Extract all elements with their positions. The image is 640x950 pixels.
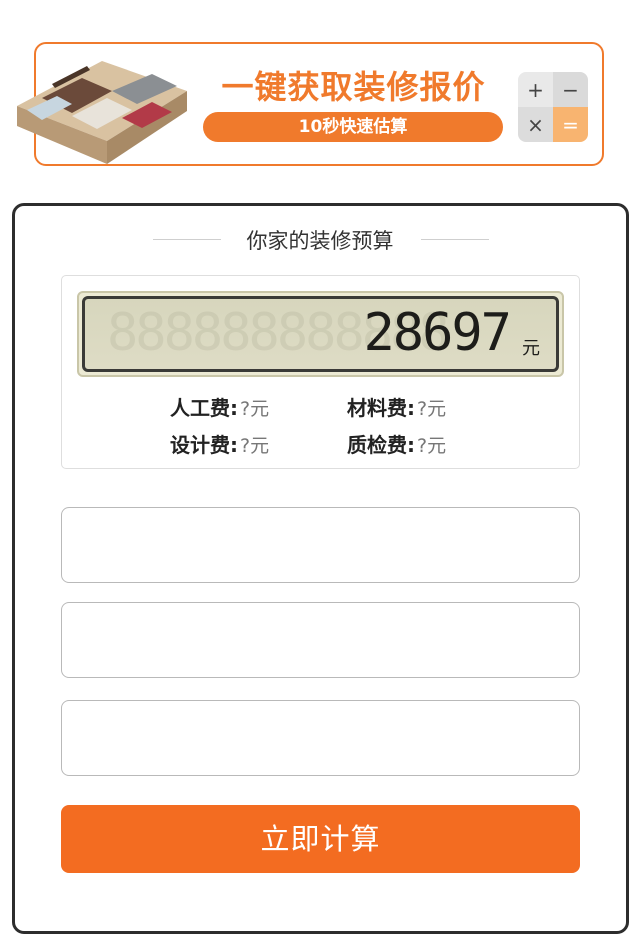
- fee-design-label: 设计费:: [170, 433, 238, 457]
- fee-materials: 材料费: ?元: [347, 392, 446, 421]
- input-field-2[interactable]: [61, 602, 580, 678]
- budget-total: 28697: [363, 303, 512, 363]
- house-floorplan-image: [17, 61, 187, 164]
- fee-inspection-label: 质检费:: [347, 433, 415, 457]
- calculator-icon: + − × =: [518, 72, 588, 142]
- budget-unit: 元: [522, 338, 540, 359]
- banner-subtitle-badge[interactable]: 10秒快速估算: [203, 112, 503, 142]
- plus-icon: +: [518, 72, 553, 107]
- calculate-button[interactable]: 立即计算: [61, 805, 580, 873]
- multiply-icon: ×: [518, 107, 553, 142]
- fee-design: 设计费: ?元: [170, 429, 269, 458]
- banner-title: 一键获取装修报价: [221, 68, 486, 106]
- title-divider-right: [421, 239, 489, 240]
- fee-labor: 人工费: ?元: [170, 392, 269, 421]
- fee-inspection: 质检费: ?元: [347, 429, 446, 458]
- input-field-1[interactable]: [61, 507, 580, 583]
- equals-icon: =: [553, 107, 588, 142]
- budget-title: 你家的装修预算: [246, 229, 394, 253]
- fee-labor-label: 人工费:: [170, 396, 238, 420]
- lcd-display: 888888888888 28697 元: [82, 296, 559, 372]
- input-field-3[interactable]: [61, 700, 580, 776]
- fee-materials-label: 材料费:: [347, 396, 415, 420]
- fee-labor-value: ?元: [240, 398, 270, 420]
- fee-design-value: ?元: [240, 435, 270, 457]
- minus-icon: −: [553, 72, 588, 107]
- fee-materials-value: ?元: [417, 398, 447, 420]
- fee-inspection-value: ?元: [417, 435, 447, 457]
